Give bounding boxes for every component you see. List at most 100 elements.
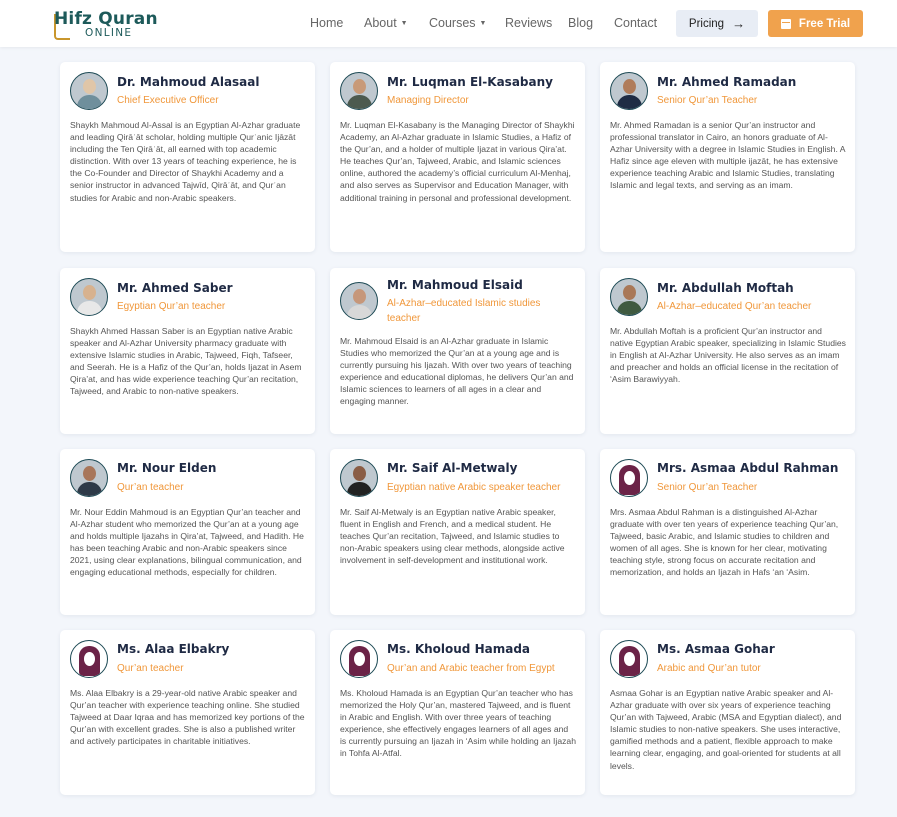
portrait-body xyxy=(77,301,102,315)
teacher-avatar xyxy=(70,640,108,678)
portrait-head xyxy=(353,79,366,94)
teacher-bio: Mrs. Asmaa Abdul Rahman is a distinguish… xyxy=(610,507,839,578)
teacher-avatar xyxy=(610,72,648,110)
teacher-card: Mr. Nour Elden Qur’an teacher Mr. Nour Edd… xyxy=(60,449,315,615)
calendar-icon xyxy=(780,18,791,29)
portrait-head xyxy=(353,289,366,304)
face-silhouette xyxy=(624,652,635,666)
nav-about[interactable]: About ▼ xyxy=(364,15,408,32)
teacher-bio: Shaykh Mahmoud Al-Assal is an Egyptian A… xyxy=(70,120,301,203)
teacher-avatar xyxy=(340,72,378,110)
free-trial-button-label: Free Trial xyxy=(798,17,851,30)
chevron-down-icon: ▼ xyxy=(479,20,487,27)
teacher-card: Mr. Mahmoud Elsaid Al-Azhar–educated Isla… xyxy=(330,268,585,434)
teacher-role: Egyptian Qur’an teacher xyxy=(117,301,226,312)
teacher-avatar xyxy=(610,640,648,678)
nav-contact[interactable]: Contact xyxy=(614,15,657,31)
chevron-down-icon: ▼ xyxy=(400,20,408,27)
teacher-role: Arabic and Qur’an tutor xyxy=(657,663,761,674)
teacher-avatar xyxy=(70,278,108,316)
nav-courses-label: Courses xyxy=(429,16,476,30)
teacher-name: Ms. Kholoud Hamada xyxy=(387,642,531,656)
teacher-name: Mr. Ahmed Saber xyxy=(117,281,233,295)
pricing-button-label: Pricing xyxy=(688,17,725,30)
teacher-role: Senior Qur’an Teacher xyxy=(657,482,758,493)
portrait-body xyxy=(77,95,102,109)
teacher-bio: Mr. Luqman El-Kasabany is the Managing D… xyxy=(340,120,575,203)
portrait-body xyxy=(617,95,642,109)
teacher-card: Mr. Luqman El-Kasabany Managing Director M… xyxy=(330,62,585,252)
teacher-card: Mr. Ahmed Saber Egyptian Qur’an teacher Sh… xyxy=(60,268,315,434)
teacher-role: Al-Azhar–educated Islamic studies teache… xyxy=(387,298,541,324)
nav-about-label: About xyxy=(364,16,397,30)
teacher-name: Ms. Alaa Elbakry xyxy=(117,642,230,656)
portrait-head xyxy=(83,466,96,481)
teacher-avatar xyxy=(340,459,378,497)
teacher-name: Mrs. Asmaa Abdul Rahman xyxy=(657,461,839,475)
teacher-avatar xyxy=(610,459,648,497)
teacher-avatar xyxy=(70,459,108,497)
teacher-card: Mr. Abdullah Moftah Al-Azhar–educated Qur… xyxy=(600,268,855,434)
portrait-head xyxy=(623,79,636,94)
logo-title: Hifz Quran xyxy=(54,9,158,29)
teacher-role: Qur’an and Arabic teacher from Egypt xyxy=(387,663,555,674)
teacher-role: Managing Director xyxy=(387,95,469,106)
teacher-card: Mrs. Asmaa Abdul Rahman Senior Qur’an Tea… xyxy=(600,449,855,615)
teacher-card: Dr. Mahmoud Alasaal Chief Executive Offic… xyxy=(60,62,315,252)
teacher-role: Qur’an teacher xyxy=(117,482,184,493)
teacher-bio: Mr. Mahmoud Elsaid is an Al-Azhar gradua… xyxy=(340,336,574,407)
nav-home[interactable]: Home xyxy=(310,15,343,31)
portrait-body xyxy=(77,482,102,496)
teacher-card: Mr. Saif Al-Metwaly Egyptian native Arabi… xyxy=(330,449,585,615)
teacher-role: Qur’an teacher xyxy=(117,663,184,674)
teacher-card: Ms. Alaa Elbakry Qur’an teacher Ms. Alaa E… xyxy=(60,630,315,795)
portrait-body xyxy=(347,482,372,496)
teacher-bio: Mr. Nour Eddin Mahmoud is an Egyptian Qu… xyxy=(70,507,304,578)
portrait-head xyxy=(83,79,96,94)
nav-home-label: Home xyxy=(310,16,344,30)
teacher-card: Ms. Kholoud Hamada Qur’an and Arabic teac… xyxy=(330,630,585,795)
teacher-bio: Ms. Kholoud Hamada is an Egyptian Qur’an… xyxy=(340,688,576,759)
teacher-role: Senior Qur’an Teacher xyxy=(657,95,758,106)
portrait-body xyxy=(347,95,372,109)
portrait-body xyxy=(617,301,642,315)
teacher-bio: Mr. Abdullah Moftah is a proficient Qur’… xyxy=(610,326,846,385)
portrait-head xyxy=(353,466,366,481)
teacher-name: Dr. Mahmoud Alasaal xyxy=(117,75,260,89)
nav-blog[interactable]: Blog xyxy=(568,15,593,31)
teacher-card: Mr. Ahmed Ramadan Senior Qur’an Teacher Mr… xyxy=(600,62,855,252)
pricing-button[interactable]: Pricing → xyxy=(676,10,758,37)
face-silhouette xyxy=(354,652,365,666)
teacher-bio: Ms. Alaa Elbakry is a 29-year-old native… xyxy=(70,688,305,747)
teacher-name: Mr. Ahmed Ramadan xyxy=(657,75,797,89)
nav-courses[interactable]: Courses ▼ xyxy=(429,15,486,32)
teacher-name: Mr. Luqman El-Kasabany xyxy=(387,75,553,89)
logo-subtitle: ONLINE xyxy=(85,27,133,39)
portrait-body xyxy=(347,305,372,319)
face-silhouette xyxy=(624,471,635,485)
teacher-name: Mr. Saif Al-Metwaly xyxy=(387,461,518,475)
teacher-avatar xyxy=(70,72,108,110)
teacher-name: Mr. Mahmoud Elsaid xyxy=(387,278,523,292)
nav-blog-label: Blog xyxy=(568,16,594,30)
teacher-name: Mr. Nour Elden xyxy=(117,461,217,475)
teacher-bio: Shaykh Ahmed Hassan Saber is an Egyptian… xyxy=(70,326,302,397)
teacher-name: Mr. Abdullah Moftah xyxy=(657,281,794,295)
arrow-right-icon: → xyxy=(732,16,746,31)
nav-reviews-label: Reviews xyxy=(505,16,553,30)
teacher-role: Egyptian native Arabic speaker teacher xyxy=(387,482,561,493)
teacher-card: Ms. Asmaa Gohar Arabic and Qur’an tutor As… xyxy=(600,630,855,795)
teacher-role: Al-Azhar–educated Qur’an teacher xyxy=(657,301,812,312)
teacher-avatar xyxy=(340,282,378,320)
teacher-bio: Mr. Ahmed Ramadan is a senior Qur’an ins… xyxy=(610,120,846,191)
nav-reviews[interactable]: Reviews xyxy=(505,15,552,31)
nav-contact-label: Contact xyxy=(614,16,658,30)
face-silhouette xyxy=(84,652,95,666)
teacher-role: Chief Executive Officer xyxy=(117,95,219,106)
top-navigation-bar: Hifz Quran ONLINE Home About ▼ Courses ▼ R… xyxy=(0,0,897,47)
teacher-avatar xyxy=(340,640,378,678)
free-trial-button[interactable]: Free Trial xyxy=(768,10,863,37)
teacher-avatar xyxy=(610,278,648,316)
teacher-bio: Asmaa Gohar is an Egyptian native Arabic… xyxy=(610,688,842,771)
site-logo[interactable]: Hifz Quran ONLINE xyxy=(54,10,158,42)
